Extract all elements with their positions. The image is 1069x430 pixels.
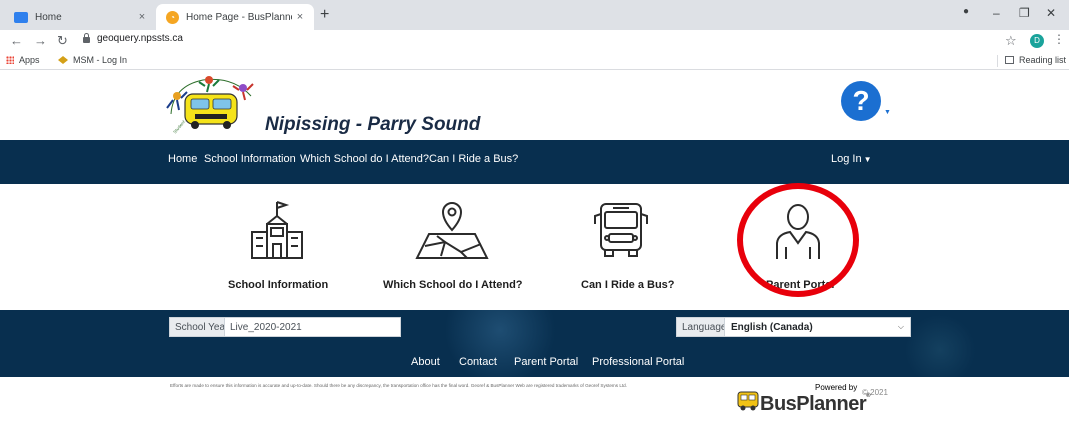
home-favicon-icon — [14, 11, 28, 23]
nav-can-i-ride[interactable]: Can I Ride a Bus? — [429, 153, 518, 165]
chevron-down-icon: ▼ — [863, 155, 872, 164]
help-caret-icon[interactable]: ▼ — [884, 109, 891, 116]
bookmark-msm-login[interactable]: MSM - Log In — [58, 55, 127, 65]
nav-home[interactable]: Home — [168, 153, 197, 165]
footer-link-about[interactable]: About — [411, 356, 440, 368]
disclaimer-text: Efforts are made to ensure this informat… — [170, 383, 627, 388]
login-label: Log In — [831, 153, 862, 165]
bookmarks-bar: Apps MSM - Log In Reading list — [0, 52, 1069, 70]
footer-band: School Year Live_2020-2021 Language Engl… — [0, 310, 1069, 377]
school-year-input[interactable]: Live_2020-2021 — [224, 317, 401, 337]
tile-school-information[interactable]: School Information — [228, 279, 328, 291]
site-brand-title: Nipissing - Parry Sound — [265, 114, 481, 135]
restore-button[interactable]: ❐ — [1019, 6, 1030, 20]
busplanner-bus-icon — [737, 391, 759, 411]
tile-can-i-ride[interactable]: Can I Ride a Bus? — [581, 279, 675, 291]
powered-by-text: Powered by — [815, 383, 858, 392]
nipissing-parry-sound-bus-logo[interactable]: Student — [163, 74, 259, 136]
school-building-icon[interactable] — [248, 200, 306, 260]
reading-list-button[interactable]: Reading list — [1005, 55, 1066, 65]
reading-list-icon — [1005, 56, 1014, 64]
url-text: geoquery.npssts.ca — [97, 33, 183, 44]
copyright-text: © 2021 — [862, 388, 888, 397]
language-value: English (Canada) — [731, 321, 813, 333]
tab-title: Home — [35, 11, 62, 23]
busplanner-logo[interactable]: BusPlanner® — [760, 393, 871, 416]
busplanner-wordmark: BusPlanner — [760, 393, 867, 415]
tab-close-icon[interactable]: × — [134, 11, 150, 23]
browser-toolbar: ← → ↻ geoquery.npssts.ca ☆ D ⋮ — [0, 30, 1069, 52]
map-pin-icon[interactable] — [415, 200, 489, 260]
language-select[interactable]: English (Canada) ⌵ — [724, 317, 911, 337]
busplanner-favicon-icon: ◔ — [166, 10, 179, 24]
profile-avatar[interactable]: D — [1030, 34, 1044, 48]
browser-tab-home[interactable]: Home × — [4, 4, 156, 30]
footer-link-parent-portal[interactable]: Parent Portal — [514, 356, 578, 368]
tab-close-icon[interactable]: × — [292, 11, 308, 23]
apps-grid-icon — [6, 56, 14, 64]
record-icon[interactable]: ● — [963, 6, 969, 17]
address-bar[interactable]: geoquery.npssts.ca — [83, 32, 183, 44]
bookmark-label: MSM - Log In — [73, 55, 128, 65]
browser-tabstrip: Home × ◔ Home Page - BusPlanner Web × + … — [0, 0, 1069, 30]
nav-which-school[interactable]: Which School do I Attend? — [300, 153, 429, 165]
nav-login-dropdown[interactable]: Log In ▼ — [831, 153, 872, 165]
bookmarks-divider — [997, 55, 998, 67]
tile-which-school[interactable]: Which School do I Attend? — [383, 279, 523, 291]
menu-kebab-icon[interactable]: ⋮ — [1053, 32, 1065, 46]
forward-arrow-icon[interactable]: → — [34, 33, 47, 48]
footer-link-contact[interactable]: Contact — [459, 356, 497, 368]
chevron-down-icon: ⌵ — [897, 322, 904, 331]
tab-title: Home Page - BusPlanner Web — [186, 11, 292, 23]
main-navbar: Home School Information Which School do … — [0, 140, 1069, 184]
msm-diamond-icon — [58, 56, 68, 64]
bookmark-star-icon[interactable]: ☆ — [1005, 33, 1017, 49]
highlight-circle-annotation — [737, 183, 859, 297]
bus-front-icon[interactable] — [593, 200, 649, 260]
back-arrow-icon[interactable]: ← — [10, 33, 23, 48]
new-tab-button[interactable]: + — [320, 6, 329, 24]
browser-tab-busplanner[interactable]: ◔ Home Page - BusPlanner Web × — [156, 4, 314, 30]
bookmark-apps[interactable]: Apps — [6, 55, 40, 65]
close-window-button[interactable]: ✕ — [1046, 6, 1056, 20]
reading-list-label: Reading list — [1019, 55, 1067, 65]
bookmark-label: Apps — [19, 55, 40, 65]
lock-icon — [83, 32, 90, 43]
footer-link-professional-portal[interactable]: Professional Portal — [592, 356, 684, 368]
minimize-button[interactable]: – — [993, 6, 1000, 20]
help-question-icon[interactable]: ? — [841, 81, 881, 121]
svg-text:Student: Student — [172, 119, 186, 135]
nav-school-information[interactable]: School Information — [204, 153, 296, 165]
reload-icon[interactable]: ↻ — [57, 33, 68, 49]
